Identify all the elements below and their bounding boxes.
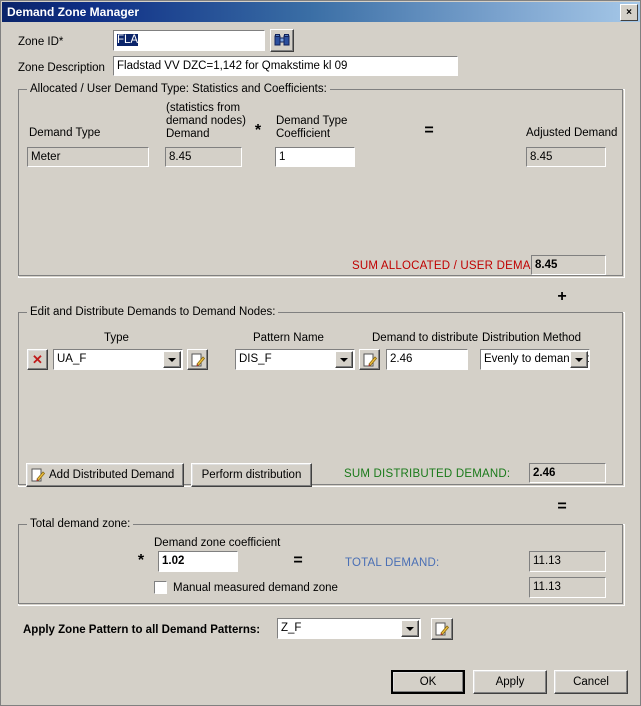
pencil-edit-icon <box>363 353 377 366</box>
window-titlebar: Demand Zone Manager × <box>2 2 640 22</box>
multiply-operator-total: * <box>137 552 145 569</box>
ok-button-label: OK <box>419 676 437 688</box>
cancel-button[interactable]: Cancel <box>554 670 628 694</box>
chevron-down-icon[interactable] <box>401 620 419 637</box>
sum-distributed-label: SUM DISTRIBUTED DEMAND: <box>344 468 511 480</box>
manual-measured-value: 11.13 <box>529 577 606 598</box>
demand-to-distribute-header: Demand to distribute <box>372 332 479 344</box>
manual-measured-label: Manual measured demand zone <box>173 582 338 594</box>
demand-type-coefficient-input[interactable]: 1 <box>275 147 355 167</box>
equals-operator-coefficient: = <box>293 552 303 569</box>
pencil-edit-icon <box>31 468 45 482</box>
demand-type-value: Meter <box>27 147 149 167</box>
distribute-demands-group-title: Edit and Distribute Demands to Demand No… <box>27 306 279 318</box>
zone-description-label: Zone Description <box>18 62 105 74</box>
type-dropdown[interactable]: UA_F <box>53 349 183 370</box>
find-zone-button[interactable] <box>270 29 294 52</box>
demand-zone-coefficient-input[interactable]: 1.02 <box>158 551 238 572</box>
type-header: Type <box>104 332 129 344</box>
chevron-down-icon[interactable] <box>163 351 181 368</box>
close-icon[interactable]: × <box>620 4 638 21</box>
demand-type-header: Demand Type <box>29 127 101 139</box>
edit-zone-pattern-button[interactable] <box>431 618 453 640</box>
statistics-note-line1: (statistics from <box>166 102 241 114</box>
demand-zone-coefficient-label: Demand zone coefficient <box>154 537 281 549</box>
plus-operator: + <box>557 288 567 305</box>
zone-id-label: Zone ID* <box>18 36 64 48</box>
statistics-note-line2: demand nodes) <box>166 115 246 127</box>
adjusted-demand-value: 8.45 <box>526 147 606 167</box>
apply-button-label: Apply <box>495 676 525 688</box>
sum-allocated-label: SUM ALLOCATED / USER DEMAND: <box>352 260 552 272</box>
chevron-down-icon[interactable] <box>570 351 588 368</box>
red-x-icon: ✕ <box>32 352 43 367</box>
edit-type-button[interactable] <box>187 349 208 370</box>
chevron-down-icon[interactable] <box>335 351 353 368</box>
pencil-edit-icon <box>191 353 205 366</box>
apply-zone-pattern-value: Z_F <box>281 622 302 634</box>
cancel-button-label: Cancel <box>573 676 609 688</box>
window-title: Demand Zone Manager <box>7 5 140 19</box>
distribution-method-header: Distribution Method <box>482 332 582 344</box>
add-distributed-demand-label: Add Distributed Demand <box>49 469 175 481</box>
type-dropdown-value: UA_F <box>57 353 87 365</box>
manual-measured-checkbox[interactable] <box>154 581 167 594</box>
demand-value: 8.45 <box>165 147 242 167</box>
adjusted-demand-header: Adjusted Demand <box>526 127 618 139</box>
demand-type-coefficient-header-line2: Coefficient <box>276 128 331 140</box>
allocated-demand-group-title: Allocated / User Demand Type: Statistics… <box>27 83 330 95</box>
sum-distributed-value: 2.46 <box>529 463 606 483</box>
total-demand-zone-group-title: Total demand zone: <box>27 518 134 530</box>
demand-to-distribute-input[interactable]: 2.46 <box>386 349 468 370</box>
total-demand-value: 11.13 <box>529 551 606 572</box>
pattern-name-dropdown[interactable]: DIS_F <box>235 349 355 370</box>
multiply-operator-allocated: * <box>254 122 262 139</box>
add-distributed-demand-button[interactable]: Add Distributed Demand <box>26 463 184 487</box>
apply-zone-pattern-dropdown[interactable]: Z_F <box>277 618 421 639</box>
equals-operator-allocated: = <box>424 122 434 139</box>
pattern-name-dropdown-value: DIS_F <box>239 353 272 365</box>
ok-button[interactable]: OK <box>391 670 465 694</box>
pencil-edit-icon <box>435 622 449 636</box>
sum-allocated-value: 8.45 <box>531 255 606 275</box>
zone-description-input[interactable]: Fladstad VV DZC=1,142 for Qmakstime kl 0… <box>113 56 458 76</box>
apply-zone-pattern-label: Apply Zone Pattern to all Demand Pattern… <box>23 624 261 636</box>
total-demand-label: TOTAL DEMAND: <box>345 557 440 569</box>
edit-pattern-button[interactable] <box>359 349 380 370</box>
demand-type-coefficient-header-line1: Demand Type <box>276 115 348 127</box>
apply-button[interactable]: Apply <box>473 670 547 694</box>
pattern-name-header: Pattern Name <box>253 332 324 344</box>
demand-zone-manager-dialog: Demand Zone Manager × Zone ID* FLA Zone … <box>0 0 641 706</box>
binoculars-icon <box>274 34 290 46</box>
zone-id-input[interactable]: FLA <box>113 30 265 51</box>
perform-distribution-button[interactable]: Perform distribution <box>191 463 312 487</box>
distribution-method-dropdown[interactable]: Evenly to demand no <box>480 349 590 370</box>
zone-id-value: FLA <box>117 34 139 46</box>
delete-row-button[interactable]: ✕ <box>27 349 48 370</box>
perform-distribution-label: Perform distribution <box>201 469 302 481</box>
equals-operator-total: = <box>557 498 567 515</box>
statistics-demand-header: Demand <box>166 128 210 140</box>
